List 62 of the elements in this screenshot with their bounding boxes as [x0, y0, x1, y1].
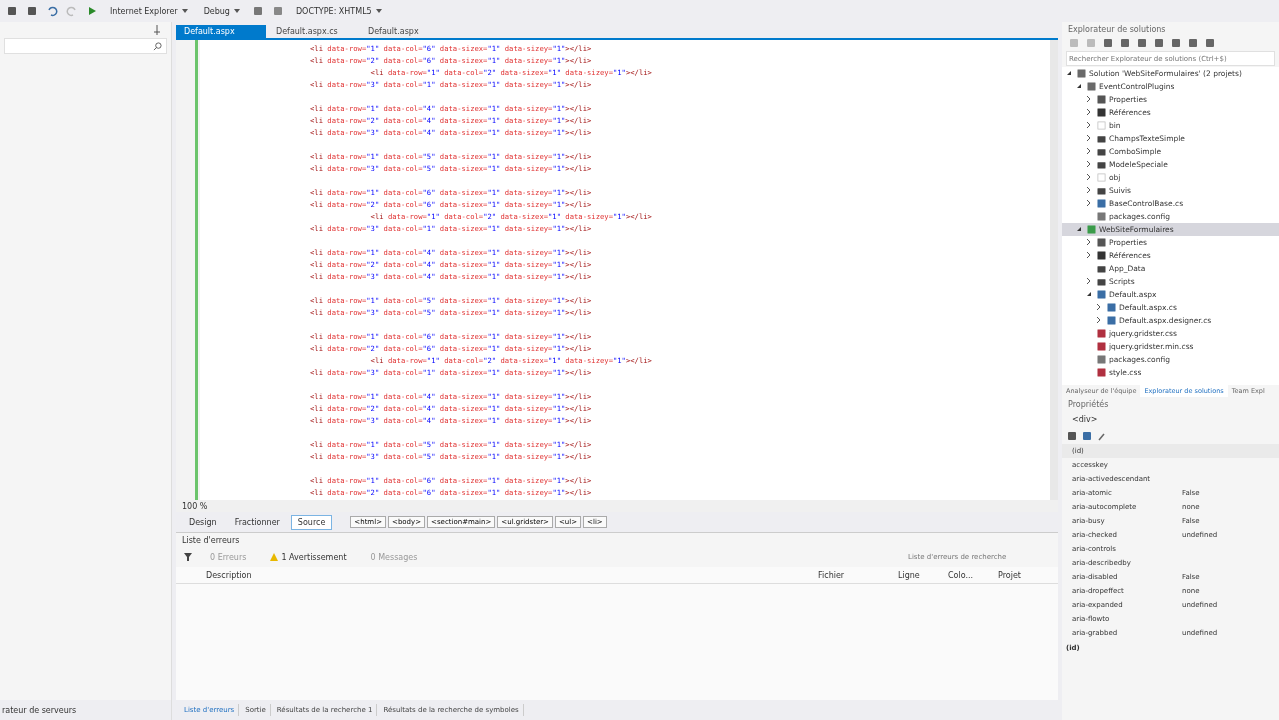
expand-icon[interactable] [1086, 161, 1092, 167]
collapse-icon[interactable] [1076, 226, 1082, 232]
browser-dropdown[interactable]: Internet Explorer [106, 5, 192, 17]
editor-tab[interactable]: Default.aspx [176, 25, 266, 38]
scrollbar[interactable] [1050, 40, 1058, 500]
expand-icon[interactable] [1086, 239, 1092, 245]
toolbar-icon[interactable] [1204, 37, 1216, 49]
view-tab[interactable]: Design [182, 514, 224, 530]
panel-tab[interactable]: rateur de serveurs [0, 700, 171, 720]
undo-icon[interactable] [46, 5, 58, 17]
expand-icon[interactable] [1086, 109, 1092, 115]
expand-icon[interactable] [1086, 200, 1092, 206]
collapse-icon[interactable] [1086, 291, 1092, 297]
editor-tab[interactable]: Default.aspx [360, 25, 450, 38]
column-header[interactable]: Projet [998, 570, 1058, 580]
panel-title: Propriétés [1067, 398, 1110, 411]
filter-icon[interactable] [184, 553, 192, 561]
view-tab[interactable]: Source [290, 514, 333, 530]
caret-icon [233, 9, 240, 13]
expand-icon[interactable] [1086, 122, 1092, 128]
editor-tab[interactable]: Default.aspx.cs [268, 25, 358, 38]
pin-icon[interactable] [151, 24, 163, 36]
file-icon [1097, 251, 1106, 260]
view-tab[interactable]: Fractionner [227, 514, 287, 530]
column-header[interactable]: Description [206, 570, 818, 580]
column-header[interactable]: Colo... [948, 570, 998, 580]
zoom-level[interactable]: 100 % [182, 501, 208, 511]
search-icon [153, 41, 162, 51]
expand-icon[interactable] [1086, 148, 1092, 154]
toolbar-icon[interactable] [1187, 37, 1199, 49]
caret-icon [375, 9, 382, 13]
toolbar-icon[interactable] [1119, 37, 1131, 49]
expand-icon[interactable] [1086, 252, 1092, 258]
panel-title: Explorateur de solutions [1067, 23, 1167, 36]
toolbar-icon[interactable] [251, 5, 264, 17]
toolbar-icon[interactable] [1102, 37, 1114, 49]
expand-icon[interactable] [1096, 317, 1102, 323]
toolbar-icon[interactable] [271, 5, 284, 17]
column-header[interactable]: Ligne [898, 570, 948, 580]
search-field[interactable] [4, 38, 167, 54]
folder-icon [1097, 186, 1106, 195]
configuration-dropdown[interactable]: Debug [199, 5, 244, 17]
expand-icon[interactable] [1086, 174, 1092, 180]
warnings-filter[interactable]: 1 Avertissement [264, 551, 353, 563]
toolbar-icon[interactable] [1170, 37, 1182, 49]
expand-icon[interactable] [1086, 135, 1092, 141]
collapse-icon[interactable] [1076, 83, 1082, 89]
expand-icon[interactable] [1086, 278, 1092, 284]
panel-title: Liste d'erreurs [182, 535, 240, 545]
file-icon [1097, 173, 1106, 182]
toolbar-icon[interactable] [1136, 37, 1148, 49]
warning-icon [270, 553, 279, 561]
toolbar-icon[interactable] [1153, 37, 1165, 49]
expand-icon[interactable] [1096, 304, 1102, 310]
column-header[interactable]: Fichier [818, 570, 898, 580]
expand-icon[interactable] [1086, 96, 1092, 102]
expand-icon[interactable] [1086, 187, 1092, 193]
doctype-dropdown[interactable]: DOCTYPE: XHTML5 [291, 5, 386, 17]
object-selector[interactable]: <div> [1062, 411, 1279, 428]
collapse-icon[interactable] [1066, 70, 1072, 76]
caret-icon [181, 9, 188, 13]
play-icon[interactable] [86, 5, 98, 17]
